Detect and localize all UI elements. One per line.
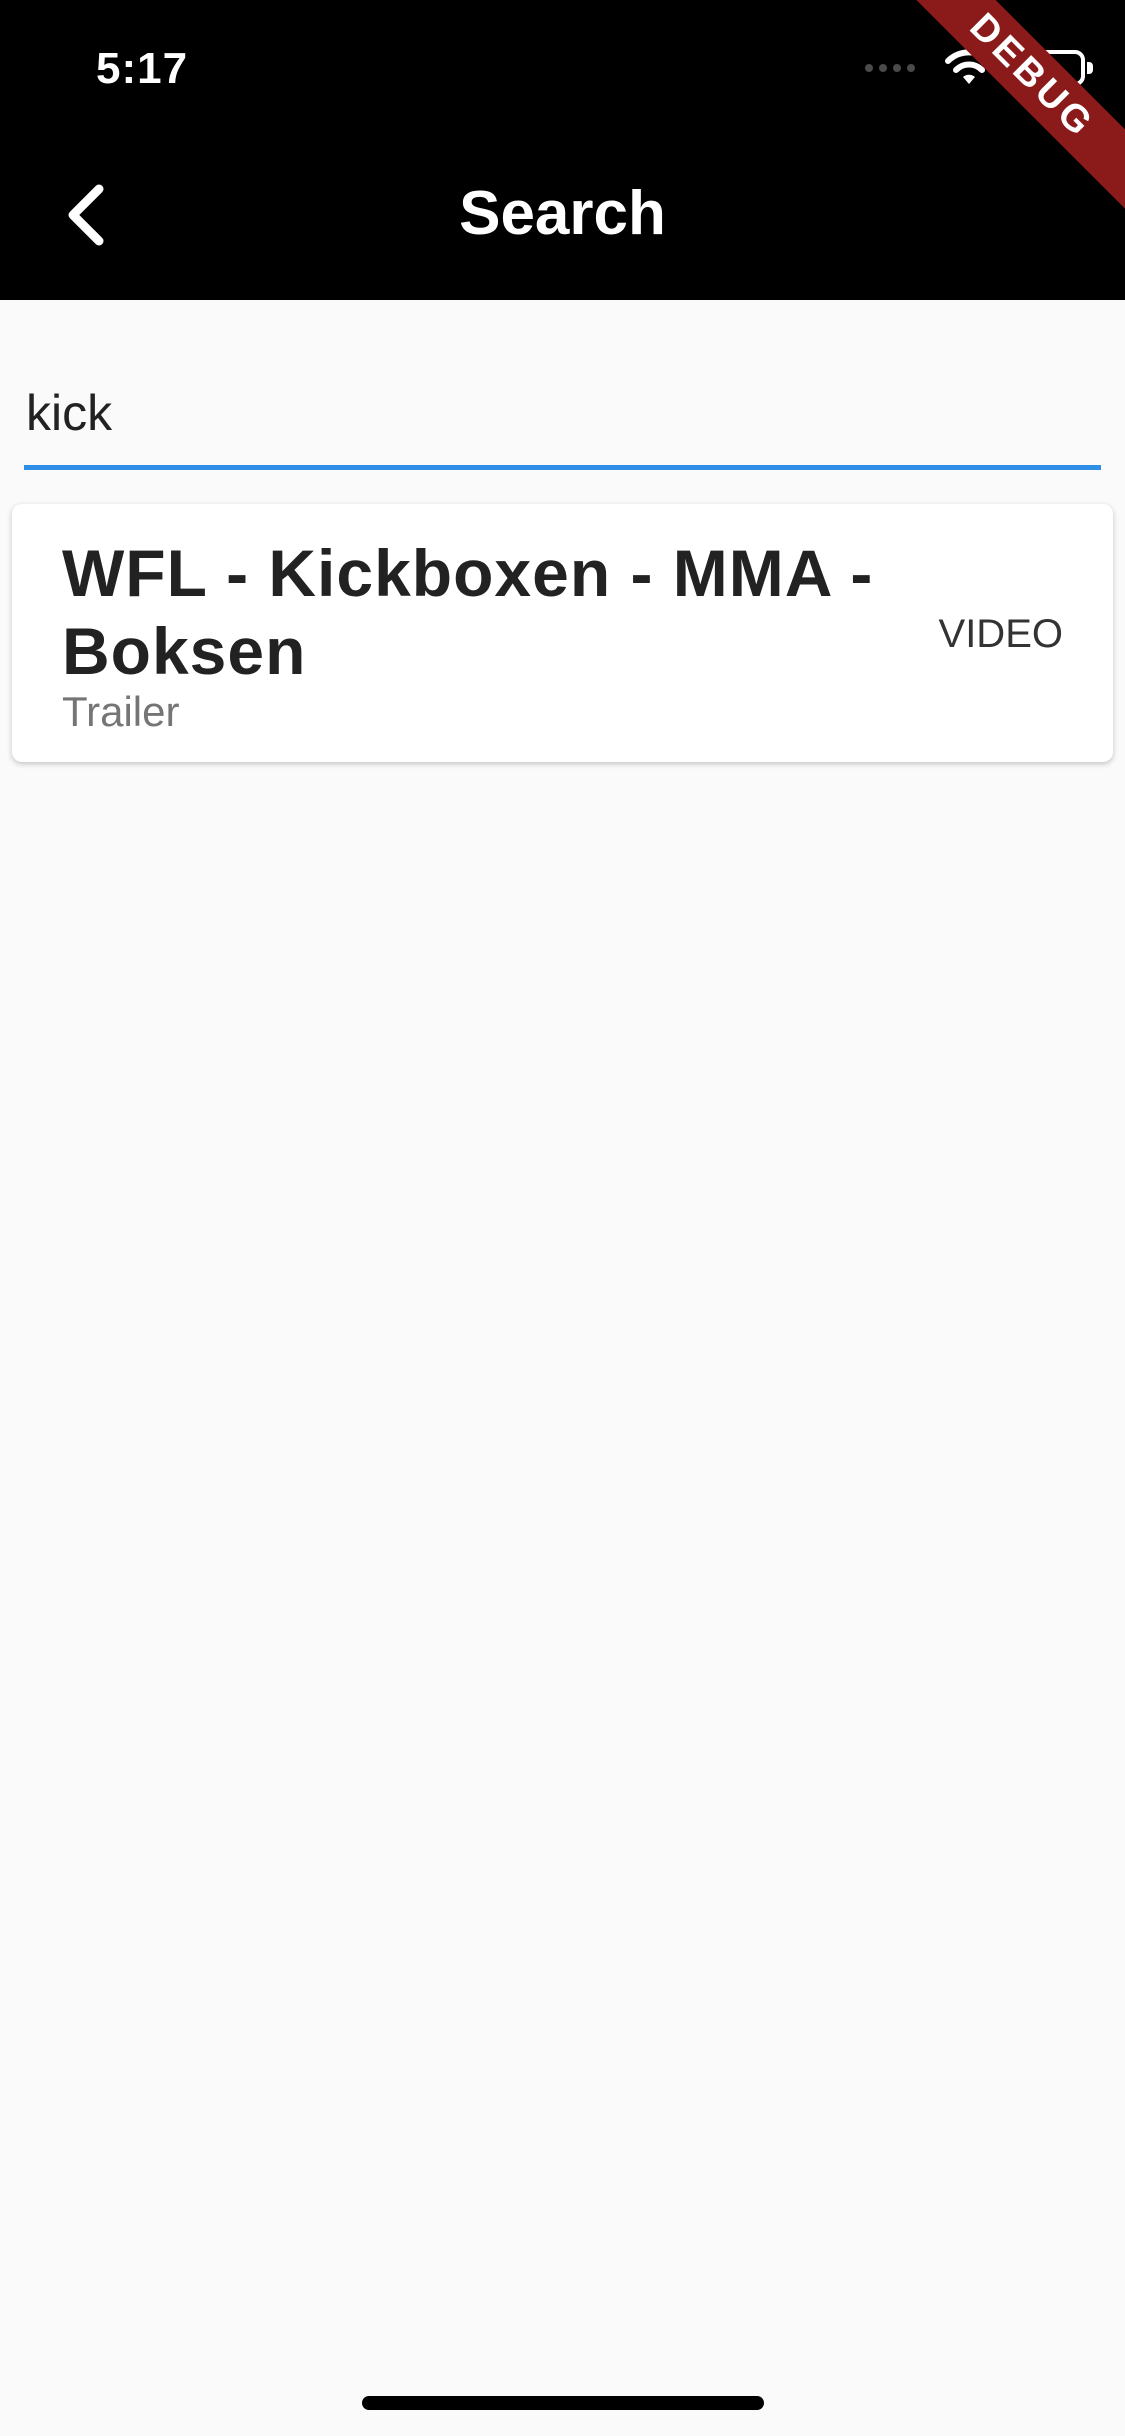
result-subtitle: Trailer — [62, 688, 180, 735]
result-type-label: VIDEO — [938, 612, 1063, 656]
page-title: Search — [459, 179, 666, 248]
search-input[interactable] — [24, 330, 1101, 470]
result-title: WFL - Kickboxen - MMA - Boksen — [62, 536, 874, 688]
status-time: 5:17 — [96, 44, 189, 93]
app-bar: 5:17 DEBUG Search — [0, 0, 1125, 300]
signal-dots-icon — [865, 64, 921, 72]
home-indicator[interactable] — [362, 2396, 764, 2410]
search-result-card[interactable]: WFL - Kickboxen - MMA - Boksen Trailer V… — [12, 504, 1113, 762]
